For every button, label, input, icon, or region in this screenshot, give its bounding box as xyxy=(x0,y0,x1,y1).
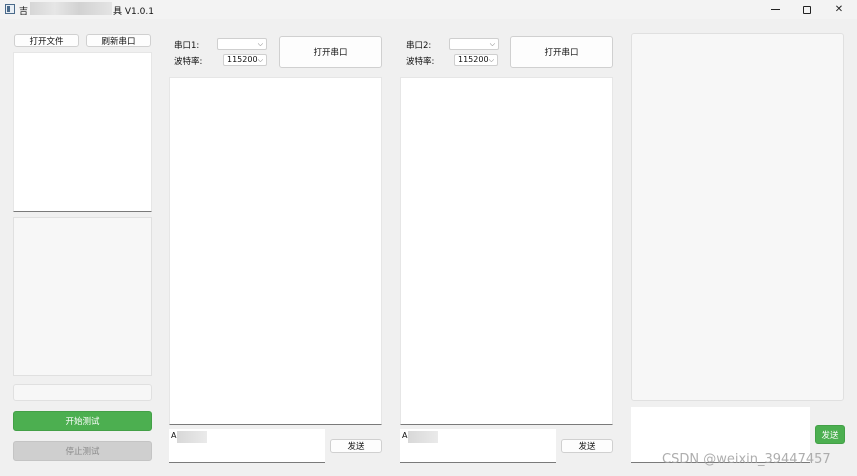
title-bar: 吉 具 V1.0.1 ✕ xyxy=(0,0,857,19)
chevron-down-icon: ⌵ xyxy=(489,40,495,48)
port1-receive-area[interactable] xyxy=(169,77,382,425)
chevron-down-icon: ⌵ xyxy=(488,56,494,64)
right-send-button[interactable]: 发送 xyxy=(815,425,845,444)
port2-open-button[interactable]: 打开串口 xyxy=(510,36,613,68)
port1-baud-value: 115200 xyxy=(227,55,258,64)
test-log-panel xyxy=(13,217,152,376)
app-icon xyxy=(5,4,15,14)
port1-baud-select[interactable]: 115200 ⌵ xyxy=(223,54,267,66)
port2-baud-label: 波特率: xyxy=(406,57,435,67)
port1-send-input[interactable]: A xyxy=(169,429,325,463)
port2-baud-value: 115200 xyxy=(458,55,489,64)
port1-label: 串口1: xyxy=(174,41,200,51)
port2-send-button[interactable]: 发送 xyxy=(561,439,613,453)
chevron-down-icon: ⌵ xyxy=(257,40,263,48)
title-redacted-block xyxy=(30,2,112,15)
watermark: CSDN @weixin_39447457 xyxy=(662,452,831,467)
port2-receive-area[interactable] xyxy=(400,77,613,425)
close-icon: ✕ xyxy=(834,4,844,15)
port2-select[interactable]: ⌵ xyxy=(449,38,499,50)
window-title-suffix: 具 V1.0.1 xyxy=(113,7,154,17)
file-list[interactable] xyxy=(13,52,152,212)
start-test-button[interactable]: 开始测试 xyxy=(13,411,152,431)
port1-baud-label: 波特率: xyxy=(174,57,203,67)
minimize-button[interactable] xyxy=(757,0,793,19)
window-title-prefix: 吉 xyxy=(19,7,29,17)
chevron-down-icon: ⌵ xyxy=(257,56,263,64)
port1-select[interactable]: ⌵ xyxy=(217,38,267,50)
port2-label: 串口2: xyxy=(406,41,432,51)
port1-open-button[interactable]: 打开串口 xyxy=(279,36,382,68)
port1-send-button[interactable]: 发送 xyxy=(330,439,382,453)
redacted-block xyxy=(408,431,438,443)
refresh-ports-button[interactable]: 刷新串口 xyxy=(86,34,151,47)
close-button[interactable]: ✕ xyxy=(821,0,857,19)
result-display-panel xyxy=(631,33,844,401)
progress-bar xyxy=(13,384,152,401)
port1-input-prefix: A xyxy=(171,431,177,440)
port2-send-input[interactable]: A xyxy=(400,429,556,463)
maximize-button[interactable] xyxy=(789,0,825,19)
minimize-icon xyxy=(770,9,780,10)
stop-test-button[interactable]: 停止测试 xyxy=(13,441,152,461)
port2-input-prefix: A xyxy=(402,431,408,440)
port2-baud-select[interactable]: 115200 ⌵ xyxy=(454,54,498,66)
open-file-button[interactable]: 打开文件 xyxy=(14,34,79,47)
redacted-block xyxy=(177,431,207,443)
maximize-icon xyxy=(803,5,811,14)
